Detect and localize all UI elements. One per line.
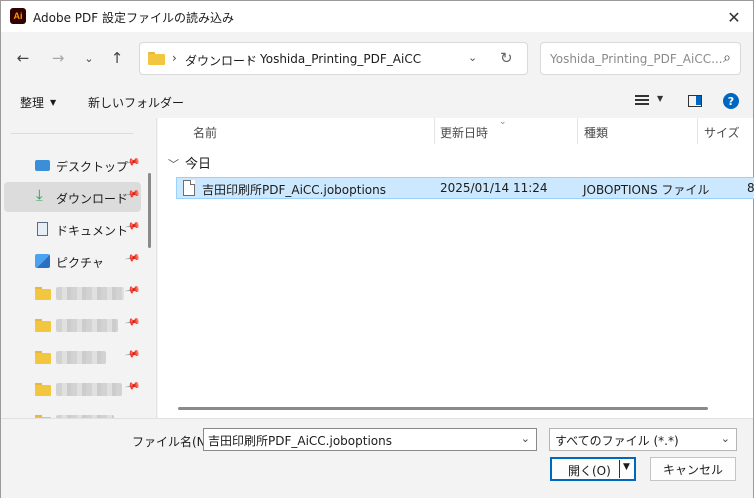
breadcrumb-current-folder[interactable]: Yoshida_Printing_PDF_AiCC (260, 52, 421, 66)
filename-value: 吉田印刷所PDF_AiCC.joboptions (208, 434, 392, 448)
horizontal-scrollbar[interactable] (178, 407, 708, 410)
pictures-icon (35, 254, 50, 268)
file-date: 2025/01/14 11:24 (440, 181, 548, 195)
open-button[interactable]: 開く(O) ▼ (550, 457, 636, 481)
redacted-folder-name (56, 319, 118, 332)
view-caret-down-icon[interactable]: ▼ (657, 94, 663, 103)
search-input[interactable]: Yoshida_Printing_PDF_AiCC... (550, 52, 723, 66)
folder-icon (148, 52, 165, 65)
desktop-icon (35, 160, 50, 171)
breadcrumb-separator-icon: › (247, 51, 252, 65)
chevron-down-icon[interactable]: ⌄ (521, 432, 530, 445)
sidebar-divider (11, 133, 133, 134)
chevron-down-icon: ﹀ (168, 158, 179, 171)
cancel-button[interactable]: キャンセル (650, 457, 736, 481)
search-box[interactable]: Yoshida_Printing_PDF_AiCC... ⌕ (540, 42, 741, 75)
download-icon: ⤓ (36, 186, 43, 204)
column-divider[interactable] (577, 118, 578, 144)
chevron-down-icon: ⌄ (720, 432, 730, 445)
file-open-dialog: Ai Adobe PDF 設定ファイルの読み込み ✕ ← → ⌄ ↑ › ダウン… (0, 0, 754, 498)
sidebar-item-downloads[interactable]: ⤓ ダウンロード 📌 (4, 182, 141, 212)
organize-label: 整理 (20, 96, 45, 110)
column-divider[interactable] (434, 118, 435, 144)
column-header-size[interactable]: サイズ (704, 124, 740, 141)
pin-icon: 📌 (123, 378, 141, 395)
folder-icon (35, 318, 51, 332)
breadcrumb-separator-icon: › (172, 51, 177, 65)
sidebar-item-folder[interactable]: 📌 (4, 342, 141, 372)
column-header-type[interactable]: 種類 (584, 124, 608, 141)
command-bar: 整理 ▼ 新しいフォルダー ▼ ? (1, 84, 753, 118)
organize-menu[interactable]: 整理 ▼ (20, 94, 56, 111)
caret-down-icon[interactable]: ▼ (623, 462, 630, 472)
navigation-pane: デスクトップ 📌 ⤓ ダウンロード 📌 ドキュメント 📌 ピクチャ 📌 📌 � (1, 118, 157, 418)
file-size: 8 (747, 181, 754, 195)
redacted-folder-name (56, 383, 122, 396)
pin-icon: 📌 (123, 346, 141, 363)
pin-icon: 📌 (123, 282, 141, 299)
folder-icon (35, 382, 51, 396)
address-bar[interactable]: › ダウンロード › Yoshida_Printing_PDF_AiCC ⌄ ↻ (139, 42, 528, 75)
file-type-select[interactable]: すべてのファイル (*.*) ⌄ (549, 428, 737, 451)
column-header-name[interactable]: 名前 (193, 124, 217, 141)
view-options-icon[interactable] (635, 95, 649, 106)
split-divider (619, 460, 620, 478)
sidebar-item-folder[interactable] (4, 406, 141, 418)
file-type: JOBOPTIONS ファイル (583, 183, 710, 197)
sidebar-item-label: ピクチャ (56, 256, 104, 270)
sort-chevron-icon: ⌄ (499, 117, 507, 127)
address-dropdown-chevron-icon[interactable]: ⌄ (468, 51, 477, 64)
folder-icon (35, 286, 51, 300)
window-title: Adobe PDF 設定ファイルの読み込み (33, 11, 234, 25)
sidebar-item-folder[interactable]: 📌 (4, 278, 141, 308)
file-list: 名前 ⌄ 更新日時 種類 サイズ ﹀ 今日 吉田印刷所PDF_AiCC.jobop… (158, 117, 754, 418)
file-type-value: すべてのファイル (*.*) (555, 434, 679, 448)
recent-locations-chevron-icon[interactable]: ⌄ (79, 48, 99, 68)
column-divider[interactable] (697, 118, 698, 144)
pin-icon: 📌 (123, 314, 141, 331)
open-label: 開く(O) (568, 464, 611, 478)
navigation-bar: ← → ⌄ ↑ › ダウンロード › Yoshida_Printing_PDF_… (1, 32, 753, 84)
sidebar-item-label: ダウンロード (56, 192, 129, 206)
sidebar-item-pictures[interactable]: ピクチャ 📌 (4, 246, 141, 276)
back-arrow-icon[interactable]: ← (13, 48, 33, 68)
illustrator-app-icon: Ai (10, 8, 26, 24)
sidebar-item-folder[interactable]: 📌 (4, 374, 141, 404)
file-name: 吉田印刷所PDF_AiCC.joboptions (202, 183, 386, 197)
help-icon[interactable]: ? (723, 93, 739, 109)
title-bar: Ai Adobe PDF 設定ファイルの読み込み ✕ (1, 1, 753, 32)
document-icon (37, 222, 48, 236)
redacted-folder-name (56, 287, 124, 300)
forward-arrow-icon[interactable]: → (48, 48, 68, 68)
folder-icon (35, 350, 51, 364)
group-header-today[interactable]: ﹀ 今日 (168, 153, 211, 172)
file-icon (183, 180, 195, 196)
dialog-footer: ファイル名(N): 吉田印刷所PDF_AiCC.joboptions ⌄ すべて… (1, 418, 753, 498)
up-arrow-icon[interactable]: ↑ (107, 48, 127, 68)
sidebar-item-label: ドキュメント (56, 224, 129, 238)
sidebar-item-folder[interactable]: 📌 (4, 310, 141, 340)
group-label: 今日 (185, 157, 212, 172)
redacted-folder-name (56, 351, 106, 364)
sidebar-item-desktop[interactable]: デスクトップ 📌 (4, 150, 141, 180)
search-icon[interactable]: ⌕ (723, 50, 731, 66)
pin-icon: 📌 (123, 250, 141, 267)
preview-pane-icon[interactable] (688, 95, 702, 107)
sidebar-item-documents[interactable]: ドキュメント 📌 (4, 214, 141, 244)
caret-down-icon: ▼ (50, 98, 57, 107)
sidebar-item-label: デスクトップ (56, 160, 129, 174)
refresh-icon[interactable]: ↻ (500, 49, 513, 67)
file-row[interactable]: 吉田印刷所PDF_AiCC.joboptions 2025/01/14 11:2… (176, 177, 754, 199)
new-folder-button[interactable]: 新しいフォルダー (88, 94, 184, 111)
sidebar-scrollbar[interactable] (148, 173, 151, 248)
filename-input[interactable]: 吉田印刷所PDF_AiCC.joboptions ⌄ (203, 428, 537, 451)
close-icon[interactable]: ✕ (723, 6, 745, 28)
column-header-date[interactable]: 更新日時 (440, 124, 488, 141)
